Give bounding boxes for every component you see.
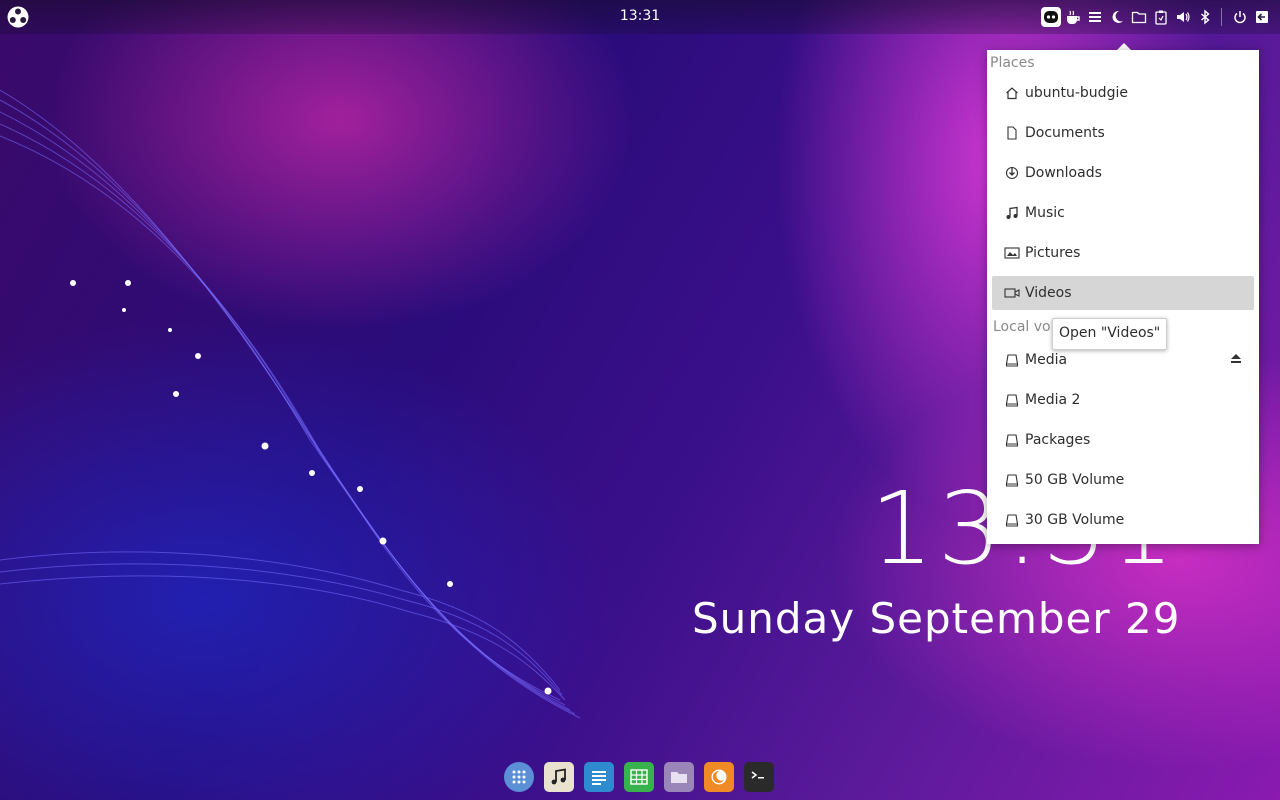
budgie-menu-button[interactable]	[6, 5, 30, 29]
volume-item-label: 50 GB Volume	[1025, 472, 1125, 488]
places-folder-icon[interactable]	[1129, 7, 1149, 27]
budgie-logo-icon	[7, 6, 29, 28]
place-item-music[interactable]: Music	[992, 196, 1254, 230]
music-icon	[1002, 204, 1022, 222]
place-item-label: ubuntu-budgie	[1025, 85, 1128, 101]
night-light-icon[interactable]	[1107, 7, 1127, 27]
drive-icon	[1002, 351, 1022, 369]
volume-icon[interactable]	[1173, 7, 1193, 27]
volume-item-label: Packages	[1025, 432, 1091, 448]
eject-icon[interactable]	[1230, 352, 1242, 368]
drive-icon	[1002, 471, 1022, 489]
drive-icon	[1002, 431, 1022, 449]
terminal-icon[interactable]	[744, 762, 774, 792]
text-editor-icon[interactable]	[584, 762, 614, 792]
dock	[504, 762, 784, 794]
download-icon	[1002, 164, 1022, 182]
logout-icon[interactable]	[1252, 7, 1272, 27]
volume-item-50gb[interactable]: 50 GB Volume	[992, 463, 1254, 497]
drive-icon	[1002, 511, 1022, 529]
music-player-icon[interactable]	[544, 762, 574, 792]
bluetooth-icon[interactable]	[1195, 7, 1215, 27]
video-icon	[1002, 284, 1022, 302]
app-grid-icon[interactable]	[504, 762, 534, 792]
desktop-clock-date: Sunday September 29	[692, 594, 1181, 643]
volume-item-label: 30 GB Volume	[1025, 512, 1125, 528]
place-item-label: Music	[1025, 205, 1065, 221]
volume-item-label: Media 2	[1025, 392, 1081, 408]
power-icon[interactable]	[1230, 7, 1250, 27]
videos-tooltip: Open "Videos"	[1052, 318, 1168, 350]
system-tray	[1039, 6, 1272, 28]
top-panel: 13:31	[0, 0, 1280, 34]
place-item-downloads[interactable]: Downloads	[992, 156, 1254, 190]
drive-icon	[1002, 391, 1022, 409]
document-icon	[1002, 124, 1022, 142]
place-item-label: Videos	[1025, 285, 1072, 301]
place-item-label: Downloads	[1025, 165, 1102, 181]
place-item-videos[interactable]: Videos	[992, 276, 1254, 310]
panel-clock[interactable]: 13:31	[600, 8, 680, 24]
caffeine-icon[interactable]	[1063, 7, 1083, 27]
home-icon	[1002, 84, 1022, 102]
place-item-label: Documents	[1025, 125, 1105, 141]
volume-item-label: Media	[1025, 352, 1068, 368]
tray-separator	[1221, 8, 1222, 26]
menu-lines-icon[interactable]	[1085, 7, 1105, 27]
spreadsheet-icon[interactable]	[624, 762, 654, 792]
place-item-documents[interactable]: Documents	[992, 116, 1254, 150]
volume-item-packages[interactable]: Packages	[992, 423, 1254, 457]
place-item-label: Pictures	[1025, 245, 1081, 261]
places-popover: Places ubuntu-budgie Documents Downloads…	[987, 50, 1259, 544]
volume-item-media-2[interactable]: Media 2	[992, 383, 1254, 417]
file-manager-icon[interactable]	[664, 762, 694, 792]
budgie-indicator-icon[interactable]	[1041, 7, 1061, 27]
place-item-home[interactable]: ubuntu-budgie	[992, 76, 1254, 110]
volume-item-30gb[interactable]: 30 GB Volume	[992, 503, 1254, 537]
place-item-pictures[interactable]: Pictures	[992, 236, 1254, 270]
firefox-icon[interactable]	[704, 762, 734, 792]
pictures-icon	[1002, 244, 1022, 262]
places-section-title: Places	[990, 55, 1035, 71]
battery-clipboard-icon[interactable]	[1151, 7, 1171, 27]
